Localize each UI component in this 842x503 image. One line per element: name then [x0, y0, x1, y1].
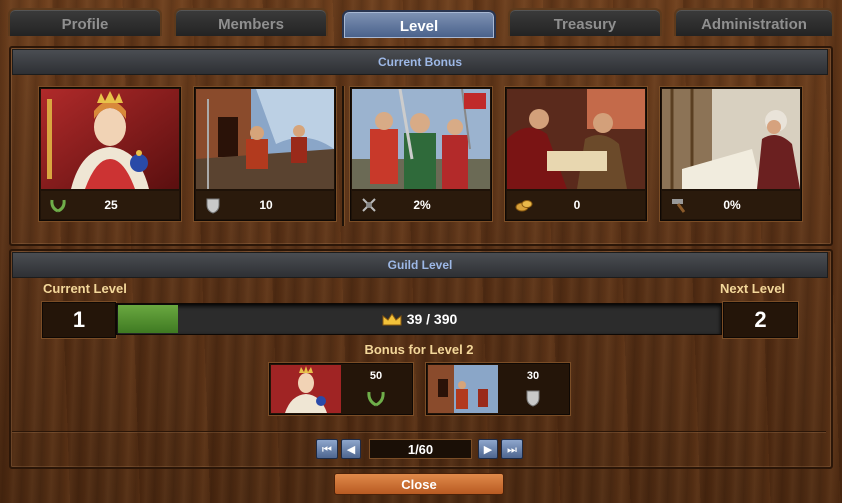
close-button[interactable]: Close: [334, 473, 504, 495]
first-page-button[interactable]: ⏮: [316, 439, 338, 459]
tab-administration[interactable]: Administration: [674, 8, 834, 36]
shield-icon: [206, 198, 220, 214]
laurel-icon: [50, 199, 66, 213]
next-bonus-value: 50: [369, 370, 383, 382]
next-bonus-card-prestige: 50: [269, 363, 413, 415]
shield-icon: [526, 390, 540, 407]
guild-level-panel: [9, 249, 833, 469]
bonus-card-prestige: 25: [39, 87, 181, 221]
progress-text: 39 / 390: [406, 311, 458, 327]
current-level-label: Current Level: [43, 281, 127, 296]
next-bonus-card-defense: 30: [426, 363, 570, 415]
hammer-icon: [672, 199, 686, 213]
bonus-card-defense: 10: [194, 87, 336, 221]
page-indicator: 1/60: [369, 439, 472, 459]
current-bonus-header: Current Bonus: [12, 49, 828, 75]
bonus-value: 0: [573, 198, 581, 212]
next-level-label: Next Level: [720, 281, 786, 296]
bonus-value: 0%: [723, 198, 741, 212]
bonus-card-production: 0%: [660, 87, 802, 221]
last-page-button[interactable]: ⏭: [501, 439, 523, 459]
bonus-card-footer: 25: [41, 191, 179, 219]
next-page-button[interactable]: ▶: [478, 439, 498, 459]
bonus-next-level-title: Bonus for Level 2: [364, 342, 474, 357]
bonus-value: 25: [104, 198, 118, 212]
bonus-value: 2%: [413, 198, 431, 212]
divider: [342, 86, 344, 226]
bonus-card-footer: 0%: [662, 191, 800, 219]
castle-defenders-image: [196, 89, 334, 189]
bonus-card-footer: 10: [196, 191, 334, 219]
next-level-value: 2: [723, 302, 798, 338]
queen-portrait-image: [271, 365, 341, 413]
guild-level-header: Guild Level: [12, 252, 828, 278]
queen-portrait-image: [41, 89, 179, 189]
bonus-value: 10: [259, 198, 273, 212]
soldiers-image: [352, 89, 490, 189]
progress-display: 39 / 390: [117, 304, 721, 334]
bonus-card-footer: 2%: [352, 191, 490, 219]
tab-profile[interactable]: Profile: [8, 8, 162, 36]
crown-icon: [382, 313, 402, 326]
prev-page-button[interactable]: ◀: [341, 439, 361, 459]
tab-level[interactable]: Level: [342, 10, 496, 38]
current-level-value: 1: [42, 302, 116, 338]
scholars-image: [507, 89, 645, 189]
bonus-card-footer: 0: [507, 191, 645, 219]
next-bonus-value: 30: [526, 370, 540, 382]
castle-defenders-image: [428, 365, 498, 413]
bonus-card-attack: 2%: [350, 87, 492, 221]
coins-icon: [515, 200, 533, 212]
tab-members[interactable]: Members: [174, 8, 328, 36]
bonus-card-coins: 0: [505, 87, 647, 221]
architect-image: [662, 89, 800, 189]
laurel-icon: [367, 391, 385, 407]
level-progress-bar: 39 / 390: [116, 303, 722, 335]
tab-treasury[interactable]: Treasury: [508, 8, 662, 36]
divider: [12, 431, 826, 432]
crossed-swords-icon: [362, 198, 376, 212]
